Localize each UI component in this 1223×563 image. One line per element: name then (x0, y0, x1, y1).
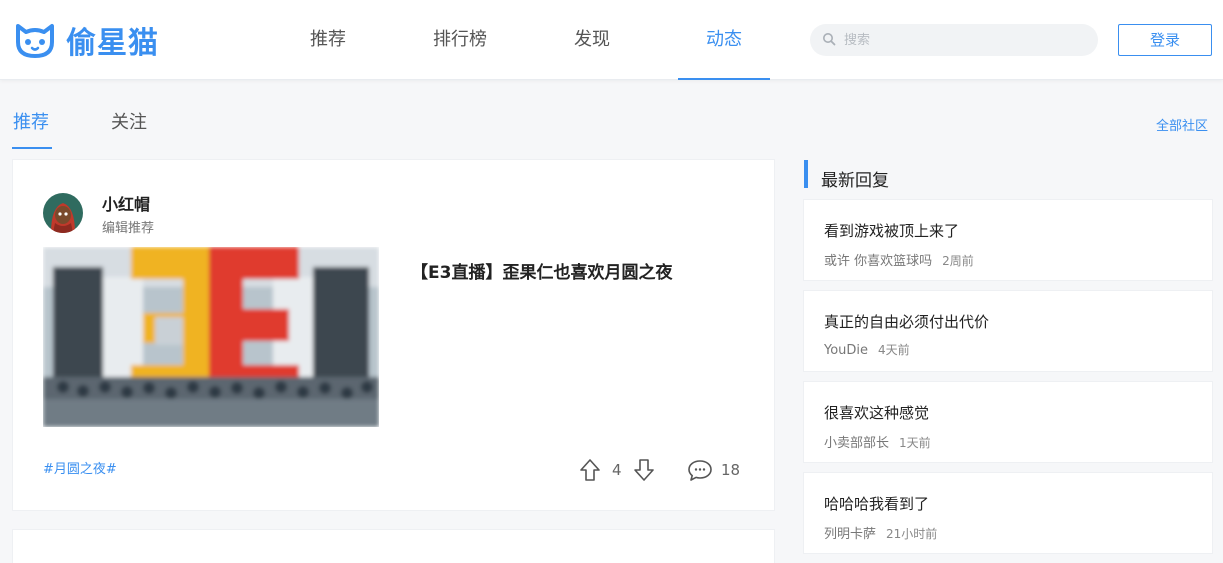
post-card-next[interactable] (12, 529, 775, 563)
post-title[interactable]: 【E3直播】歪果仁也喜欢月圆之夜 (411, 258, 672, 283)
post-author-subtitle: 编辑推荐 (102, 221, 155, 236)
reply-user[interactable]: YouDie (824, 343, 868, 358)
reply-text: 真正的自由必须付出代价 (824, 313, 990, 331)
reply-item[interactable]: 很喜欢这种感觉 小卖部部长 1天前 (803, 381, 1213, 463)
reply-item[interactable]: 看到游戏被顶上来了 或许 你喜欢篮球吗 2周前 (803, 199, 1213, 281)
post-card[interactable]: 小红帽 编辑推荐 【E3直播】歪果仁也喜欢月圆之夜 #月圆之夜# 4 18 (12, 159, 775, 511)
avatar-icon (43, 193, 83, 233)
reply-time: 21小时前 (886, 527, 938, 541)
nav-ranking[interactable]: 排行榜 (424, 0, 496, 80)
nav-recommend[interactable]: 推荐 (298, 0, 358, 80)
post-tag[interactable]: #月圆之夜# (43, 458, 117, 477)
post-author[interactable]: 小红帽 (102, 191, 150, 215)
reply-user[interactable]: 或许 你喜欢篮球吗 (824, 254, 932, 269)
search-icon (823, 33, 836, 46)
logo[interactable]: 偷星猫 (12, 18, 159, 62)
nav-activity-label: 动态 (706, 29, 742, 50)
nav-discover[interactable]: 发现 (562, 0, 622, 80)
reply-meta: 列明卡萨 21小时前 (824, 523, 937, 542)
subtab-follow[interactable]: 关注 (111, 108, 147, 134)
search-box[interactable] (810, 24, 1098, 56)
subtab-recommend[interactable]: 推荐 (13, 108, 49, 134)
comment-count: 18 (721, 461, 741, 479)
thumb-up-arrow-icon[interactable] (579, 458, 601, 482)
thumb-down-arrow-icon[interactable] (633, 458, 655, 482)
reply-text: 很喜欢这种感觉 (824, 404, 930, 422)
comment-group[interactable]: 18 (687, 456, 740, 484)
nav-activity[interactable]: 动态 (678, 0, 770, 80)
reply-time: 4天前 (878, 343, 910, 357)
login-button[interactable]: 登录 (1118, 24, 1212, 56)
reply-item[interactable]: 真正的自由必须付出代价 YouDie 4天前 (803, 290, 1213, 372)
all-community-link[interactable]: 全部社区 (1156, 115, 1208, 134)
top-header: 偷星猫 推荐 排行榜 发现 动态 登录 (0, 0, 1223, 80)
reply-item[interactable]: 哈哈哈我看到了 列明卡萨 21小时前 (803, 472, 1213, 554)
cat-logo-icon (16, 24, 54, 58)
reply-user[interactable]: 小卖部部长 (824, 436, 889, 451)
reply-meta: YouDie 4天前 (824, 341, 910, 358)
reply-text: 看到游戏被顶上来了 (824, 222, 960, 240)
reply-time: 2周前 (942, 254, 974, 268)
post-thumbnail[interactable] (43, 247, 379, 427)
upvote-group: 4 (579, 456, 622, 484)
sidebar-title: 最新回复 (821, 171, 889, 191)
reply-user[interactable]: 列明卡萨 (824, 527, 876, 542)
subtab-active-underline (12, 147, 52, 149)
search-input[interactable] (844, 29, 1084, 51)
logo-text: 偷星猫 (66, 26, 159, 61)
downvote-group (633, 456, 655, 484)
sidebar-title-accent (804, 160, 808, 188)
reply-meta: 或许 你喜欢篮球吗 2周前 (824, 250, 974, 269)
upvote-count: 4 (612, 461, 622, 479)
e3-banner-image-icon (43, 247, 379, 427)
comment-icon (688, 460, 712, 481)
reply-meta: 小卖部部长 1天前 (824, 432, 931, 451)
nav-active-underline (678, 78, 770, 80)
reply-time: 1天前 (899, 436, 931, 450)
reply-text: 哈哈哈我看到了 (824, 495, 930, 513)
avatar[interactable] (43, 193, 83, 233)
